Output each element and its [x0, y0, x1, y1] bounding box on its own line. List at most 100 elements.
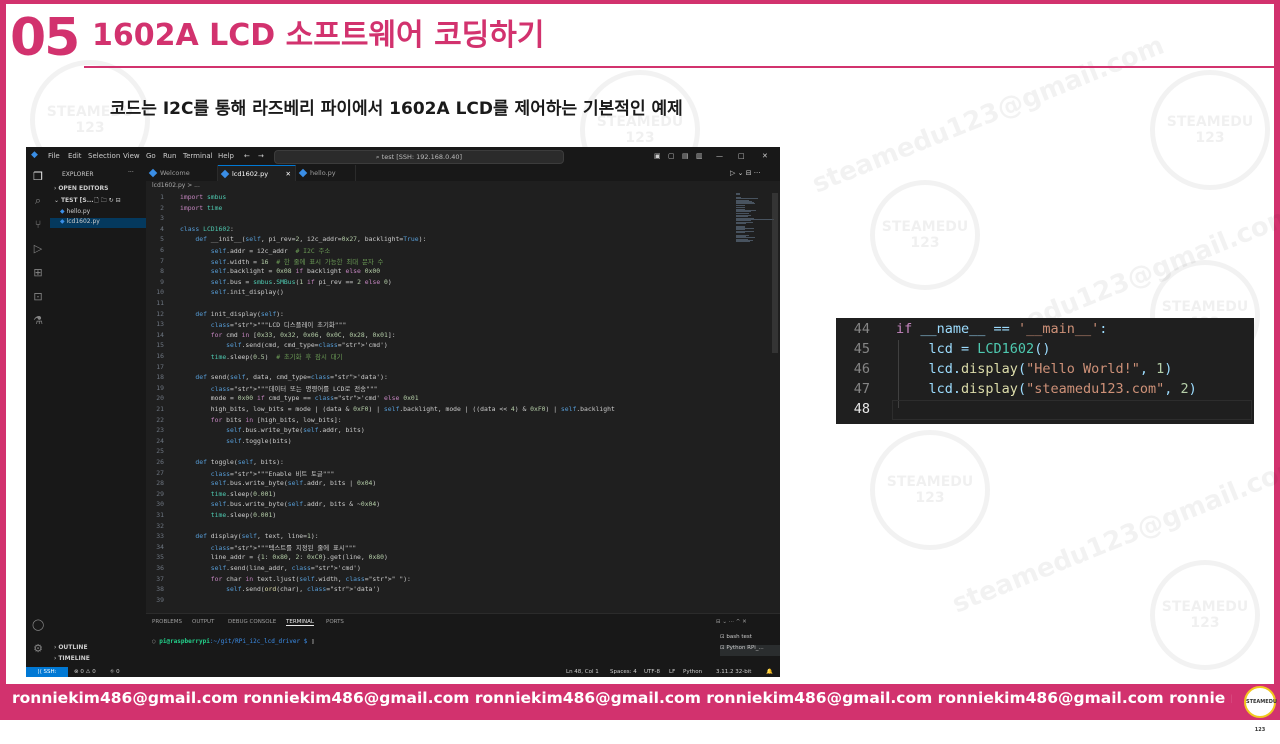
tab-lcd1602[interactable]: lcd1602.py ✕: [218, 165, 296, 181]
panel-actions-icons[interactable]: ⊟ ⌄ ··· ^ ✕: [716, 619, 747, 625]
layout-panel-icon[interactable]: ▤: [682, 152, 689, 160]
line-number: 17: [156, 362, 164, 371]
menu-edit[interactable]: Edit: [68, 152, 82, 160]
code-line: lcd = LCD1602(): [896, 341, 1051, 357]
code-line: for cmd in [0x33, 0x32, 0x06, 0x0C, 0x28…: [210, 330, 396, 339]
code-line: self.send(line_addr, class="str">'cmd'): [210, 564, 361, 572]
section-number: 05: [10, 8, 80, 68]
maximize-icon[interactable]: □: [738, 152, 745, 160]
command-center-search[interactable]: ⌕ test [SSH: 192.168.0.40]: [274, 150, 564, 164]
menu-file[interactable]: File: [48, 152, 60, 160]
terminal-item-python[interactable]: ⊡ Python RPi_...: [720, 645, 780, 656]
panel-tab-output[interactable]: OUTPUT: [192, 619, 214, 625]
menu-selection[interactable]: Selection: [88, 152, 120, 160]
search-icon[interactable]: ⌕: [32, 195, 44, 207]
code-line: time.sleep(0.5) # 초기화 후 잠시 대기: [210, 353, 343, 361]
tab-label: lcd1602.py: [232, 170, 269, 178]
nav-forward-icon[interactable]: →: [258, 152, 264, 160]
explorer-toolbar-icons[interactable]: 🗋 🗀 ↻ ⊟: [94, 196, 121, 206]
tab-close-icon[interactable]: ✕: [286, 166, 291, 182]
terminal-list: ⊡ bash test ⊡ Python RPi_...: [720, 634, 780, 656]
extensions-icon[interactable]: ⊞: [32, 267, 44, 279]
tab-label: hello.py: [310, 169, 336, 177]
menu-help[interactable]: Help: [218, 152, 234, 160]
tab-hello[interactable]: hello.py: [296, 165, 356, 181]
line-number: 8: [160, 267, 164, 276]
panel-tab-ports[interactable]: PORTS: [326, 619, 344, 625]
menu-go[interactable]: Go: [146, 152, 156, 160]
line-number: 45: [853, 341, 870, 357]
run-python-icon[interactable]: ▷ ⌄ ⊟ ···: [730, 169, 760, 177]
encoding[interactable]: UTF-8: [644, 669, 660, 675]
minimize-icon[interactable]: —: [716, 152, 723, 160]
line-number: 34: [156, 542, 164, 551]
file-label: lcd1602.py: [66, 218, 100, 225]
menu-run[interactable]: Run: [163, 152, 176, 160]
line-number: 30: [156, 500, 164, 509]
timeline-label: TIMELINE: [58, 655, 90, 662]
line-number: 12: [156, 309, 164, 318]
line-number: 46: [853, 361, 870, 377]
panel-tab-debug-console[interactable]: DEBUG CONSOLE: [228, 619, 276, 625]
line-number: 6: [160, 246, 164, 254]
end-of-line[interactable]: LF: [669, 669, 675, 675]
python-file-icon: [220, 169, 230, 179]
language-mode[interactable]: Python: [683, 669, 702, 675]
more-actions-icon[interactable]: ···: [128, 169, 134, 176]
timeline-section[interactable]: › TIMELINE: [54, 655, 90, 662]
code-line: self.addr = i2c_addr # I2C 주소: [210, 247, 331, 255]
panel-tab-terminal[interactable]: TERMINAL: [286, 619, 314, 626]
remote-explorer-icon[interactable]: ⊡: [32, 291, 44, 303]
line-number: 33: [156, 532, 164, 541]
source-control-icon[interactable]: ⑂: [32, 219, 44, 231]
cursor-position[interactable]: Ln 48, Col 1: [566, 669, 599, 675]
run-debug-icon[interactable]: ▷: [32, 243, 44, 255]
folder-section[interactable]: ⌄ TEST [S...: [54, 197, 94, 204]
explorer-icon[interactable]: ❐: [32, 171, 44, 183]
prompt-path: :~/git/RPi_i2c_lcd_driver $: [209, 638, 311, 645]
outline-label: OUTLINE: [58, 644, 88, 651]
account-icon[interactable]: ◯: [32, 619, 44, 631]
minimap-line: [736, 241, 750, 243]
line-number: 27: [156, 468, 164, 477]
code-line: self.send(cmd, cmd_type=class="str">'cmd…: [226, 341, 388, 350]
line-number: 18: [156, 373, 164, 382]
file-hello-py[interactable]: ◆ hello.py: [60, 208, 90, 215]
terminal-item-bash[interactable]: ⊡ bash test: [720, 634, 780, 645]
slide-subtitle: 코드는 I2C를 통해 라즈베리 파이에서 1602A LCD를 제어하는 기본…: [110, 99, 683, 119]
problems-count[interactable]: ⊗ 0 ⚠ 0: [74, 669, 96, 675]
minimap[interactable]: [736, 193, 776, 243]
minimap-line: [736, 222, 747, 224]
remote-indicator[interactable]: ⟩⟨ SSH: 192.168.0.40: [26, 667, 68, 677]
close-icon[interactable]: ✕: [762, 152, 768, 160]
panel-tab-problems[interactable]: PROBLEMS: [152, 619, 182, 625]
code-line: def send(self, data, cmd_type=class="str…: [195, 373, 388, 382]
layout-toggle-icon[interactable]: ▣: [654, 152, 661, 160]
line-number: 23: [156, 426, 164, 435]
line-number: 3: [160, 214, 164, 223]
menu-view[interactable]: View: [123, 152, 140, 160]
terminal-prompt[interactable]: ○ pi@raspberrypi:~/git/RPi_i2c_lcd_drive…: [152, 638, 315, 645]
nav-back-icon[interactable]: ←: [244, 152, 250, 160]
file-label: hello.py: [66, 208, 91, 215]
python-interpreter[interactable]: 3.11.2 32-bit: [716, 669, 751, 675]
file-lcd1602-py[interactable]: ◆ lcd1602.py: [50, 218, 146, 228]
outline-section[interactable]: › OUTLINE: [54, 644, 88, 651]
open-editors-section[interactable]: › OPEN EDITORS: [54, 185, 108, 192]
code-line: self.backlight = 0x08 if backlight else …: [210, 267, 381, 276]
minimap-line: [736, 204, 746, 206]
code-line: time.sleep(0.001): [210, 489, 277, 498]
testing-icon[interactable]: ⚗: [32, 315, 44, 327]
editor-scrollbar[interactable]: [772, 193, 778, 353]
settings-gear-icon[interactable]: ⚙: [32, 643, 44, 655]
layout-customize-icon[interactable]: ▥: [696, 152, 703, 160]
ports-count[interactable]: ⛗ 0: [110, 669, 120, 676]
notifications-icon[interactable]: 🔔: [766, 669, 773, 675]
current-line-highlight: [892, 400, 1252, 420]
menu-terminal[interactable]: Terminal: [183, 152, 213, 160]
minimap-line: [736, 212, 750, 214]
indentation[interactable]: Spaces: 4: [610, 669, 637, 675]
layout-sidebar-icon[interactable]: ▢: [668, 152, 675, 160]
tab-label: Welcome: [160, 169, 190, 177]
tab-welcome[interactable]: Welcome: [146, 165, 218, 181]
